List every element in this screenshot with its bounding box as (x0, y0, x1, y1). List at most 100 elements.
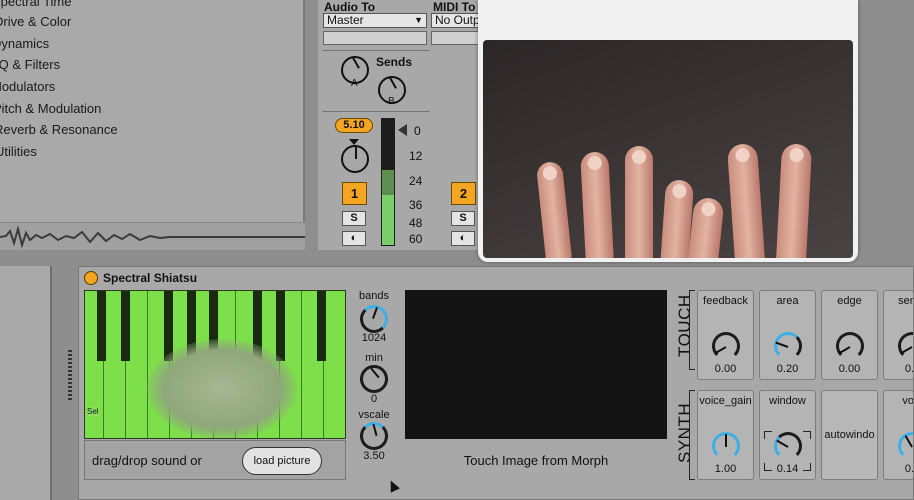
param-label: feedback (703, 295, 748, 307)
mixer-strip: Audio To Master ▼ MIDI To No Outp Sends … (318, 0, 481, 250)
black-key (97, 291, 106, 361)
param-label: voice_gain (699, 395, 752, 407)
midi-to-label: MIDI To (433, 0, 476, 14)
black-key (121, 291, 130, 361)
knob-pointer (352, 57, 360, 69)
browser-category[interactable]: Spectral Time (0, 0, 71, 9)
finger (535, 160, 573, 258)
area-knob[interactable] (774, 332, 802, 360)
black-key (317, 291, 326, 361)
midi-to-dropdown[interactable]: No Outp (431, 13, 481, 28)
voice-gain-param: voice_gain 1.00 (697, 390, 754, 480)
arm-button[interactable]: ◐ (451, 231, 475, 246)
piano-key-edge (147, 291, 148, 438)
fingernail (632, 150, 646, 164)
audio-to-dropdown[interactable]: Master ▼ (323, 13, 427, 28)
param-value: 0.0 (904, 463, 914, 475)
finger (687, 196, 725, 258)
bands-value: 1024 (361, 332, 387, 344)
fingernail (700, 201, 717, 217)
focus-corner (764, 431, 772, 439)
trackpad-image (483, 40, 853, 258)
browser-category[interactable]: Pitch & Modulation (0, 101, 101, 116)
device-chain-sidebar (0, 266, 52, 500)
knob-pointer (355, 146, 357, 159)
black-key (276, 291, 285, 361)
volume-knob[interactable] (898, 432, 913, 460)
window-knob[interactable] (774, 432, 802, 460)
bands-label: bands (359, 290, 389, 302)
finger (775, 143, 813, 258)
touch-image-display[interactable] (405, 290, 667, 439)
autowindow-toggle[interactable]: autowindo (821, 390, 878, 480)
feedback-knob[interactable] (712, 332, 740, 360)
param-label: sensit (898, 295, 913, 307)
selection-label: Sel (87, 407, 99, 416)
browser-category[interactable]: Dynamics (0, 36, 49, 51)
sound-drop-zone[interactable]: drag/drop sound or load picture (84, 440, 346, 480)
audio-to-label: Audio To (324, 0, 376, 14)
load-picture-button[interactable]: load picture (242, 447, 322, 475)
solo-button[interactable]: S (451, 211, 475, 226)
param-label: window (769, 395, 806, 407)
drop-instruction: drag/drop sound or (92, 453, 202, 468)
device-power-button[interactable] (84, 271, 98, 285)
track-activator-button[interactable]: 1 (342, 182, 367, 205)
vscale-label: vscale (358, 409, 390, 421)
param-label: autowindo (824, 429, 875, 441)
fingernail (735, 147, 751, 163)
send-b-letter: B (388, 96, 395, 107)
finger (625, 146, 653, 258)
feedback-param: feedback 0.00 (697, 290, 754, 380)
arm-button[interactable]: ◐ (342, 231, 366, 246)
pan-value[interactable]: 5.10 (335, 118, 373, 133)
solo-button[interactable]: S (342, 211, 366, 226)
resize-grip-icon[interactable] (68, 350, 72, 400)
voice-gain-knob[interactable] (712, 432, 740, 460)
volume-fader-arrow-icon[interactable] (398, 124, 407, 136)
knob-pointer (725, 434, 727, 447)
browser-category[interactable]: Modulators (0, 79, 55, 94)
param-value: 1.00 (714, 463, 737, 475)
area-param: area 0.20 (759, 290, 816, 380)
bands-knob[interactable] (360, 305, 388, 333)
min-value: 0 (370, 393, 378, 405)
knob-pointer (838, 346, 851, 355)
param-value: 0.14 (776, 463, 799, 475)
touch-image-caption: Touch Image from Morph (463, 453, 609, 468)
min-knob[interactable] (360, 365, 388, 393)
meter-scale-label: 48 (409, 216, 423, 230)
preview-waveform[interactable] (0, 222, 305, 250)
waveform-graphic (0, 225, 305, 249)
edge-knob[interactable] (836, 332, 864, 360)
browser-category[interactable]: Drive & Color (0, 14, 71, 29)
param-value: 0.00 (714, 363, 737, 375)
vscale-knob[interactable] (360, 422, 388, 450)
knob-pointer (775, 341, 789, 348)
browser-panel: Spectral Time Drive & Color Dynamics EQ … (0, 0, 305, 250)
track-activator-button[interactable]: 2 (451, 182, 476, 205)
midi-to-value: No Outp (435, 13, 480, 27)
level-meter-fill (382, 195, 394, 245)
knob-pointer (904, 435, 913, 448)
browser-category[interactable]: Utilities (0, 144, 37, 159)
sensitivity-knob[interactable] (898, 332, 913, 360)
knob-pointer (370, 367, 380, 379)
finger (726, 143, 766, 258)
pan-knob[interactable] (341, 145, 369, 173)
hand-silhouette (147, 339, 297, 438)
meter-scale-label: 24 (409, 174, 423, 188)
spectral-shiatsu-device: Spectral Shiatsu Sel drag/drop sound or … (78, 266, 914, 500)
fingernail (542, 165, 558, 181)
synth-section-bracket (689, 390, 695, 480)
level-meter-fill (382, 170, 394, 195)
sensitivity-param: sensit 0.0 (883, 290, 914, 380)
volume-param: volu 0.0 (883, 390, 914, 480)
picture-preview[interactable]: Sel (84, 290, 346, 439)
browser-category[interactable]: EQ & Filters (0, 57, 60, 72)
browser-category[interactable]: Reverb & Resonance (0, 122, 118, 137)
window-param: window 0.14 (759, 390, 816, 480)
fingernail (587, 155, 603, 171)
audio-to-channel[interactable] (323, 31, 427, 45)
midi-to-channel[interactable] (431, 31, 481, 45)
